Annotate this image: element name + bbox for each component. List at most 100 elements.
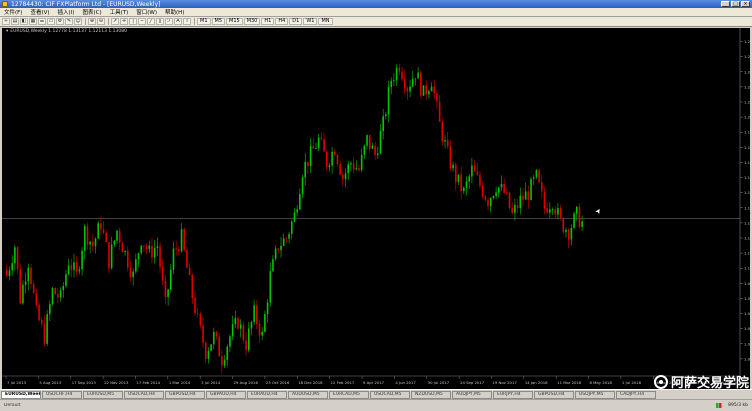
bear-candle	[546, 208, 548, 213]
chart-tab[interactable]: EURUSD,Weekly	[1, 390, 41, 399]
chart-tab[interactable]: CADJPY,H4	[616, 390, 656, 399]
timeframe-m5-button[interactable]: M5	[211, 18, 225, 25]
bull-candle	[180, 229, 183, 252]
bull-candle	[575, 206, 578, 214]
bear-candle	[420, 72, 422, 96]
menu-file[interactable]: 文件(F)	[0, 8, 26, 16]
chart-tab[interactable]: AUDJPY,M5	[452, 390, 492, 399]
market-watch-icon[interactable]: ◧	[20, 18, 28, 25]
bear-candle	[30, 267, 32, 284]
channel-icon[interactable]: ∥	[156, 18, 164, 25]
navigator-icon[interactable]: ☰	[38, 18, 46, 25]
y-tick-label: 1.105	[744, 266, 750, 271]
bull-candle	[366, 135, 368, 146]
zoom-out-icon[interactable]: ⊖	[97, 18, 105, 25]
bear-candle	[358, 168, 360, 171]
close-button[interactable]: ×	[741, 1, 750, 7]
x-tick-label: 7 Jul 2013	[7, 380, 27, 385]
x-tick-label: 19 Nov 2017	[492, 380, 517, 385]
bull-candle	[62, 285, 65, 291]
zoom-in-icon[interactable]: ⊕	[88, 18, 96, 25]
tester-icon[interactable]: ⚙	[56, 18, 64, 25]
chart-tab[interactable]: EURJPY,H4	[493, 390, 533, 399]
cursor-icon[interactable]: ➚	[111, 18, 119, 25]
chart-window[interactable]: 1.255 1.245 1.235 1.225 1.215 1.205 1.195 1.185…	[2, 28, 750, 411]
bear-candle	[506, 192, 508, 194]
chart-tab[interactable]: USDJPY,M5	[575, 390, 615, 399]
bull-candle	[422, 85, 425, 96]
new-order-icon[interactable]: ✎	[65, 18, 73, 25]
chart-tab[interactable]: GBPUSD,H4	[165, 390, 205, 399]
bull-candle	[210, 344, 212, 351]
bear-candle	[145, 246, 148, 250]
menu-view[interactable]: 查看(V)	[26, 8, 53, 16]
bull-candle	[135, 259, 137, 272]
data-window-icon[interactable]: ▦	[29, 18, 37, 25]
chart-tab[interactable]: GBPAUD,H4	[206, 390, 246, 399]
trend-icon[interactable]: ╱	[147, 18, 155, 25]
connection-icon	[716, 403, 725, 408]
bull-candle	[148, 245, 151, 250]
x-tick-label: 18 Dec 2016	[298, 380, 323, 385]
timeframe-m15-button[interactable]: M15	[226, 18, 243, 25]
chart-tab[interactable]: EURCAD,M5	[329, 390, 369, 399]
chart-tab[interactable]: USDCAD,H4	[124, 390, 164, 399]
hline-icon[interactable]: ─	[138, 18, 146, 25]
bull-candle	[280, 245, 282, 251]
timeframe-mn-button[interactable]: MN	[318, 18, 333, 25]
bull-candle	[444, 140, 446, 142]
chart-tab[interactable]: EURAUD,H4	[247, 390, 287, 399]
expert-icon[interactable]: ☺	[74, 18, 82, 25]
menu-tools[interactable]: 工具(T)	[106, 8, 133, 16]
chart-tab[interactable]: USDCHF,H4	[42, 390, 82, 399]
menu-chart[interactable]: 图表(C)	[78, 8, 105, 16]
toolbar-separator	[108, 18, 109, 25]
menu-help[interactable]: 帮助(H)	[161, 8, 188, 16]
bear-candle	[100, 223, 102, 230]
x-tick-label: 3 Jul 2014	[201, 380, 221, 385]
toolbar: ＋ ▤ ◧ ▦ ☰ ▭ ⚙ ✎ ☺ ⊕ ⊖ ➚ ✛ │ ─ ╱ ∥ ℱ A T M1 M5 M15 M30 H1 H4 D1 W1 MN	[0, 17, 752, 27]
chart-tab[interactable]: AUDUSD,M5	[288, 390, 328, 399]
maximize-button[interactable]: □	[731, 1, 740, 7]
timeframe-m1-button[interactable]: M1	[197, 18, 211, 25]
new-chart-icon[interactable]: ＋	[2, 18, 10, 25]
bear-candle	[543, 191, 546, 209]
terminal-icon[interactable]: ▭	[47, 18, 55, 25]
chart-tab[interactable]: USDCAD,M5	[370, 390, 410, 399]
bear-candle	[508, 192, 511, 209]
bull-candle	[379, 131, 382, 154]
chart-tab[interactable]: EURUSD,M5	[83, 390, 123, 399]
price-chart[interactable]: 1.255 1.245 1.235 1.225 1.215 1.205 1.195 1.185…	[2, 28, 750, 389]
bull-candle	[565, 229, 567, 233]
bear-candle	[406, 88, 409, 92]
chart-tab[interactable]: NZDUSD,M5	[411, 390, 451, 399]
menu-insert[interactable]: 插入(I)	[54, 8, 79, 16]
timeframe-m30-button[interactable]: M30	[243, 18, 261, 25]
bull-candle	[463, 187, 465, 191]
timeframe-h4-button[interactable]: H4	[275, 18, 289, 25]
vline-icon[interactable]: │	[129, 18, 137, 25]
bull-candle	[172, 248, 175, 270]
bear-candle	[401, 71, 403, 80]
chart-tab[interactable]: GBPUSD,H4	[534, 390, 574, 399]
y-tick-label: 1.055	[744, 341, 750, 346]
profiles-icon[interactable]: ▤	[11, 18, 19, 25]
y-tick-label: 1.115	[744, 251, 750, 256]
timeframe-w1-button[interactable]: W1	[303, 18, 318, 25]
minimize-button[interactable]: _	[721, 1, 730, 7]
bull-candle	[282, 238, 285, 246]
fibo-icon[interactable]: ℱ	[165, 18, 173, 25]
y-tick-label: 1.135	[744, 220, 750, 225]
label-icon[interactable]: T	[183, 18, 191, 25]
title-bar: 12784430: CIF FXPlatform Ltd - [EURUSD,W…	[0, 0, 752, 8]
text-icon[interactable]: A	[174, 18, 182, 25]
crosshair-icon[interactable]: ✛	[120, 18, 128, 25]
timeframe-h1-button[interactable]: H1	[261, 18, 275, 25]
bull-candle	[264, 314, 266, 332]
bear-candle	[352, 163, 355, 170]
timeframe-d1-button[interactable]: D1	[289, 18, 303, 25]
bull-candle	[535, 169, 538, 178]
menu-window[interactable]: 窗口(W)	[132, 8, 161, 16]
y-tick-label: 1.145	[744, 205, 750, 210]
bear-candle	[75, 262, 78, 272]
